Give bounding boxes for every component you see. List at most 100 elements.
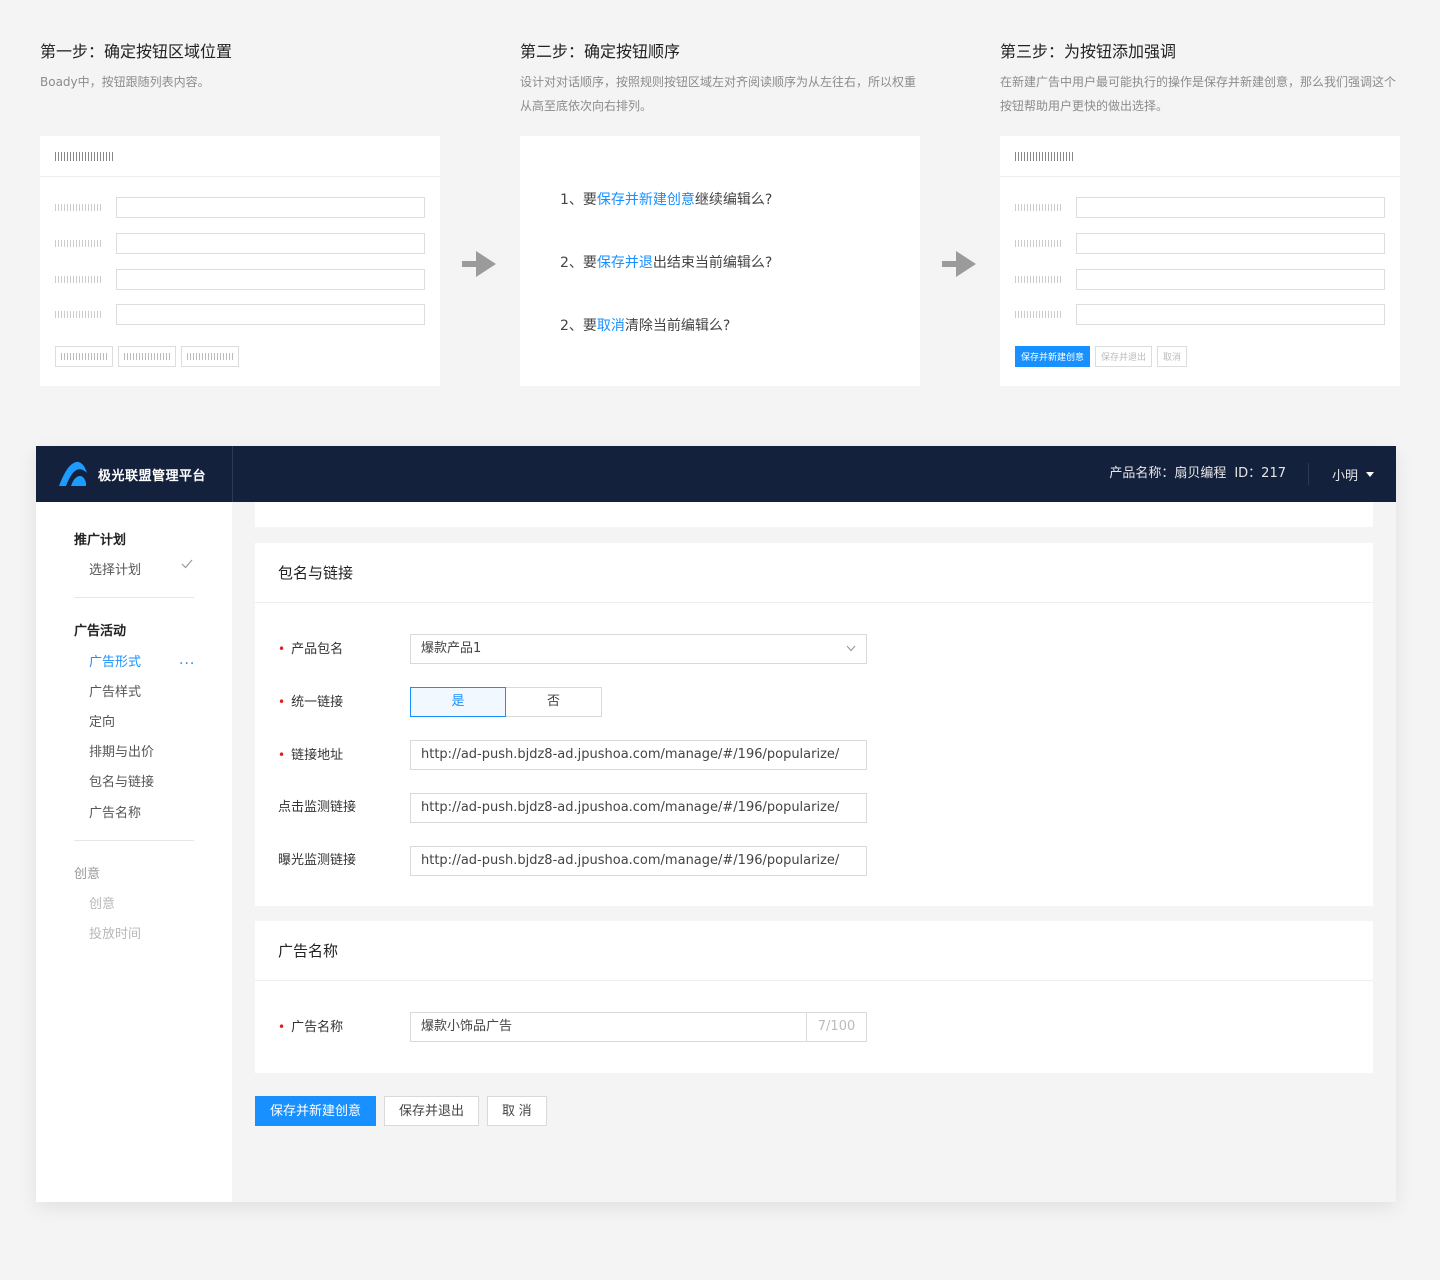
ad-name-panel: 广告名称 • 广告名称 爆款小饰品广告 7/100 [255, 921, 1373, 1073]
toggle-yes[interactable]: 是 [410, 687, 506, 717]
wireframe-row [55, 233, 425, 254]
wireframe-field [116, 304, 425, 325]
previous-panel [255, 502, 1373, 527]
form-actions: 保存并新建创意 保存并退出 取 消 [255, 1096, 547, 1126]
sidebar-item-ad-name[interactable]: 广告名称 [89, 802, 141, 821]
panel-title: 广告名称 [255, 921, 1373, 981]
product-info: 产品名称：扇贝编程 ID：217 [1109, 446, 1286, 502]
impression-monitor-input[interactable]: http://ad-push.bjdz8-ad.jpushoa.com/mana… [410, 846, 867, 876]
sidebar-item-ad-format[interactable]: 广告形式 [89, 651, 141, 670]
wireframe-header [40, 136, 440, 177]
nav-divider [74, 840, 194, 841]
step-1-title: 第一步：确定按钮区域位置 [40, 42, 233, 61]
save-new-creative-button[interactable]: 保存并新建创意 [255, 1096, 377, 1126]
chevron-down-icon [846, 645, 856, 652]
form-row-package: • 产品包名 爆款产品1 [278, 634, 878, 664]
field-label: • 产品包名 [278, 642, 344, 657]
wireframe-row [55, 304, 425, 325]
form-row-unified-link: • 统一链接 是 否 [278, 687, 878, 717]
wireframe-row [1015, 269, 1385, 290]
form-row-ad-name: • 广告名称 爆款小饰品广告 7/100 [278, 1012, 878, 1042]
sidebar-item-ad-style[interactable]: 广告样式 [89, 681, 141, 700]
wireframe-row [55, 269, 425, 290]
sidebar-item-select-plan[interactable]: 选择计划 [89, 559, 141, 578]
check-icon [181, 559, 193, 569]
app-window: 极光联盟管理平台 产品名称：扇贝编程 ID：217 小明 推广计划 选择计划 广告… [36, 446, 1396, 1202]
nav-group-campaign: 广告活动 [74, 624, 127, 639]
wireframe-button [118, 346, 176, 367]
step-3-title: 第三步：为按钮添加强调 [1000, 42, 1177, 61]
nav-group-creative: 创意 [74, 867, 101, 882]
save-exit-button[interactable]: 保存并退出 [384, 1096, 480, 1126]
wireframe-row [1015, 304, 1385, 325]
panel-title: 包名与链接 [255, 543, 1373, 603]
wireframe-field [1076, 269, 1385, 290]
placeholder-title [1015, 152, 1073, 161]
sidebar-item-creative: 创意 [89, 897, 116, 912]
wireframe-row [55, 197, 425, 218]
field-label: 曝光监测链接 [278, 853, 357, 868]
wireframe-row [1015, 197, 1385, 218]
sidebar: 推广计划 选择计划 广告活动 广告形式 ··· 广告样式 定向 排期与出价 包名… [36, 502, 232, 1202]
toggle-no[interactable]: 否 [506, 687, 602, 717]
required-mark: • [278, 695, 286, 709]
wireframe-card-3: 保存并新建创意 保存并退出 取消 [1000, 136, 1400, 386]
question-card: 1、要保存并新建创意继续编辑么? 2、要保存并退出结束当前编辑么? 2、要取消清… [520, 136, 920, 386]
wireframe-button [181, 346, 239, 367]
wireframe-buttons [55, 346, 239, 367]
step-1: 第一步：确定按钮区域位置 Boady中，按钮跟随列表内容。 [40, 40, 440, 94]
placeholder-label [1015, 311, 1061, 318]
wireframe-header [1000, 136, 1400, 177]
cancel-button[interactable]: 取 消 [487, 1096, 547, 1126]
wireframe-row [1015, 233, 1385, 254]
wireframe-field [116, 233, 425, 254]
sidebar-item-targeting[interactable]: 定向 [89, 711, 115, 730]
form-row-click-monitor: 点击监测链接 http://ad-push.bjdz8-ad.jpushoa.c… [278, 793, 878, 823]
field-label: 点击监测链接 [278, 800, 357, 815]
question-line: 2、要保存并退出结束当前编辑么? [560, 255, 773, 271]
sidebar-item-schedule-bid[interactable]: 排期与出价 [89, 741, 154, 760]
brand[interactable]: 极光联盟管理平台 [36, 446, 233, 502]
field-label: • 广告名称 [278, 1020, 344, 1035]
question-line: 2、要取消清除当前编辑么? [560, 318, 731, 334]
wireframe-buttons: 保存并新建创意 保存并退出 取消 [1015, 346, 1188, 367]
question-line: 1、要保存并新建创意继续编辑么? [560, 192, 773, 208]
step-2-title: 第二步：确定按钮顺序 [520, 42, 681, 61]
wireframe-button [55, 346, 113, 367]
placeholder-label [1015, 276, 1061, 283]
product-id: ID：217 [1234, 466, 1286, 481]
top-bar: 极光联盟管理平台 产品名称：扇贝编程 ID：217 小明 [36, 446, 1396, 502]
arrow-right-icon [942, 251, 976, 277]
placeholder-label [1015, 204, 1061, 211]
more-icon: ··· [179, 656, 196, 672]
divider [1308, 463, 1309, 485]
mini-save-exit-button: 保存并退出 [1095, 346, 1153, 367]
placeholder-title [55, 152, 113, 161]
nav-divider [74, 597, 194, 598]
wireframe-field [1076, 233, 1385, 254]
user-name: 小明 [1331, 468, 1358, 484]
placeholder-label [1015, 240, 1061, 247]
wireframe-card-1 [40, 136, 440, 386]
package-name-select[interactable]: 爆款产品1 [410, 634, 867, 664]
brand-name: 极光联盟管理平台 [98, 468, 207, 484]
user-menu[interactable]: 小明 [1332, 446, 1374, 502]
step-2-desc: 设计对对话顺序，按照规则按钮区域左对齐阅读顺序为从左往右，所以权重从高至底依次向… [520, 75, 917, 113]
product-name: 产品名称：扇贝编程 [1109, 466, 1227, 481]
ad-name-input[interactable]: 爆款小饰品广告 7/100 [410, 1012, 867, 1042]
step-3-desc: 在新建广告中用户最可能执行的操作是保存并新建创意，那么我们强调这个按钮帮助用户更… [1000, 75, 1397, 113]
wireframe-field [116, 197, 425, 218]
caret-down-icon [1366, 471, 1374, 477]
placeholder-label [55, 204, 101, 211]
package-link-panel: 包名与链接 • 产品包名 爆款产品1 • 统一链接 是 否 • 链接地址 http:/… [255, 543, 1373, 906]
wireframe-field [116, 269, 425, 290]
link-url-input[interactable]: http://ad-push.bjdz8-ad.jpushoa.com/mana… [410, 740, 867, 770]
form-row-link-url: • 链接地址 http://ad-push.bjdz8-ad.jpushoa.co… [278, 740, 878, 770]
click-monitor-input[interactable]: http://ad-push.bjdz8-ad.jpushoa.com/mana… [410, 793, 867, 823]
mini-save-new-button: 保存并新建创意 [1015, 346, 1091, 367]
step-2: 第二步：确定按钮顺序 设计对对话顺序，按照规则按钮区域左对齐阅读顺序为从左往右，… [520, 40, 920, 118]
field-label: • 链接地址 [278, 748, 344, 763]
sidebar-item-package-link[interactable]: 包名与链接 [89, 771, 154, 790]
placeholder-label [55, 240, 101, 247]
mini-cancel-button: 取消 [1157, 346, 1188, 367]
